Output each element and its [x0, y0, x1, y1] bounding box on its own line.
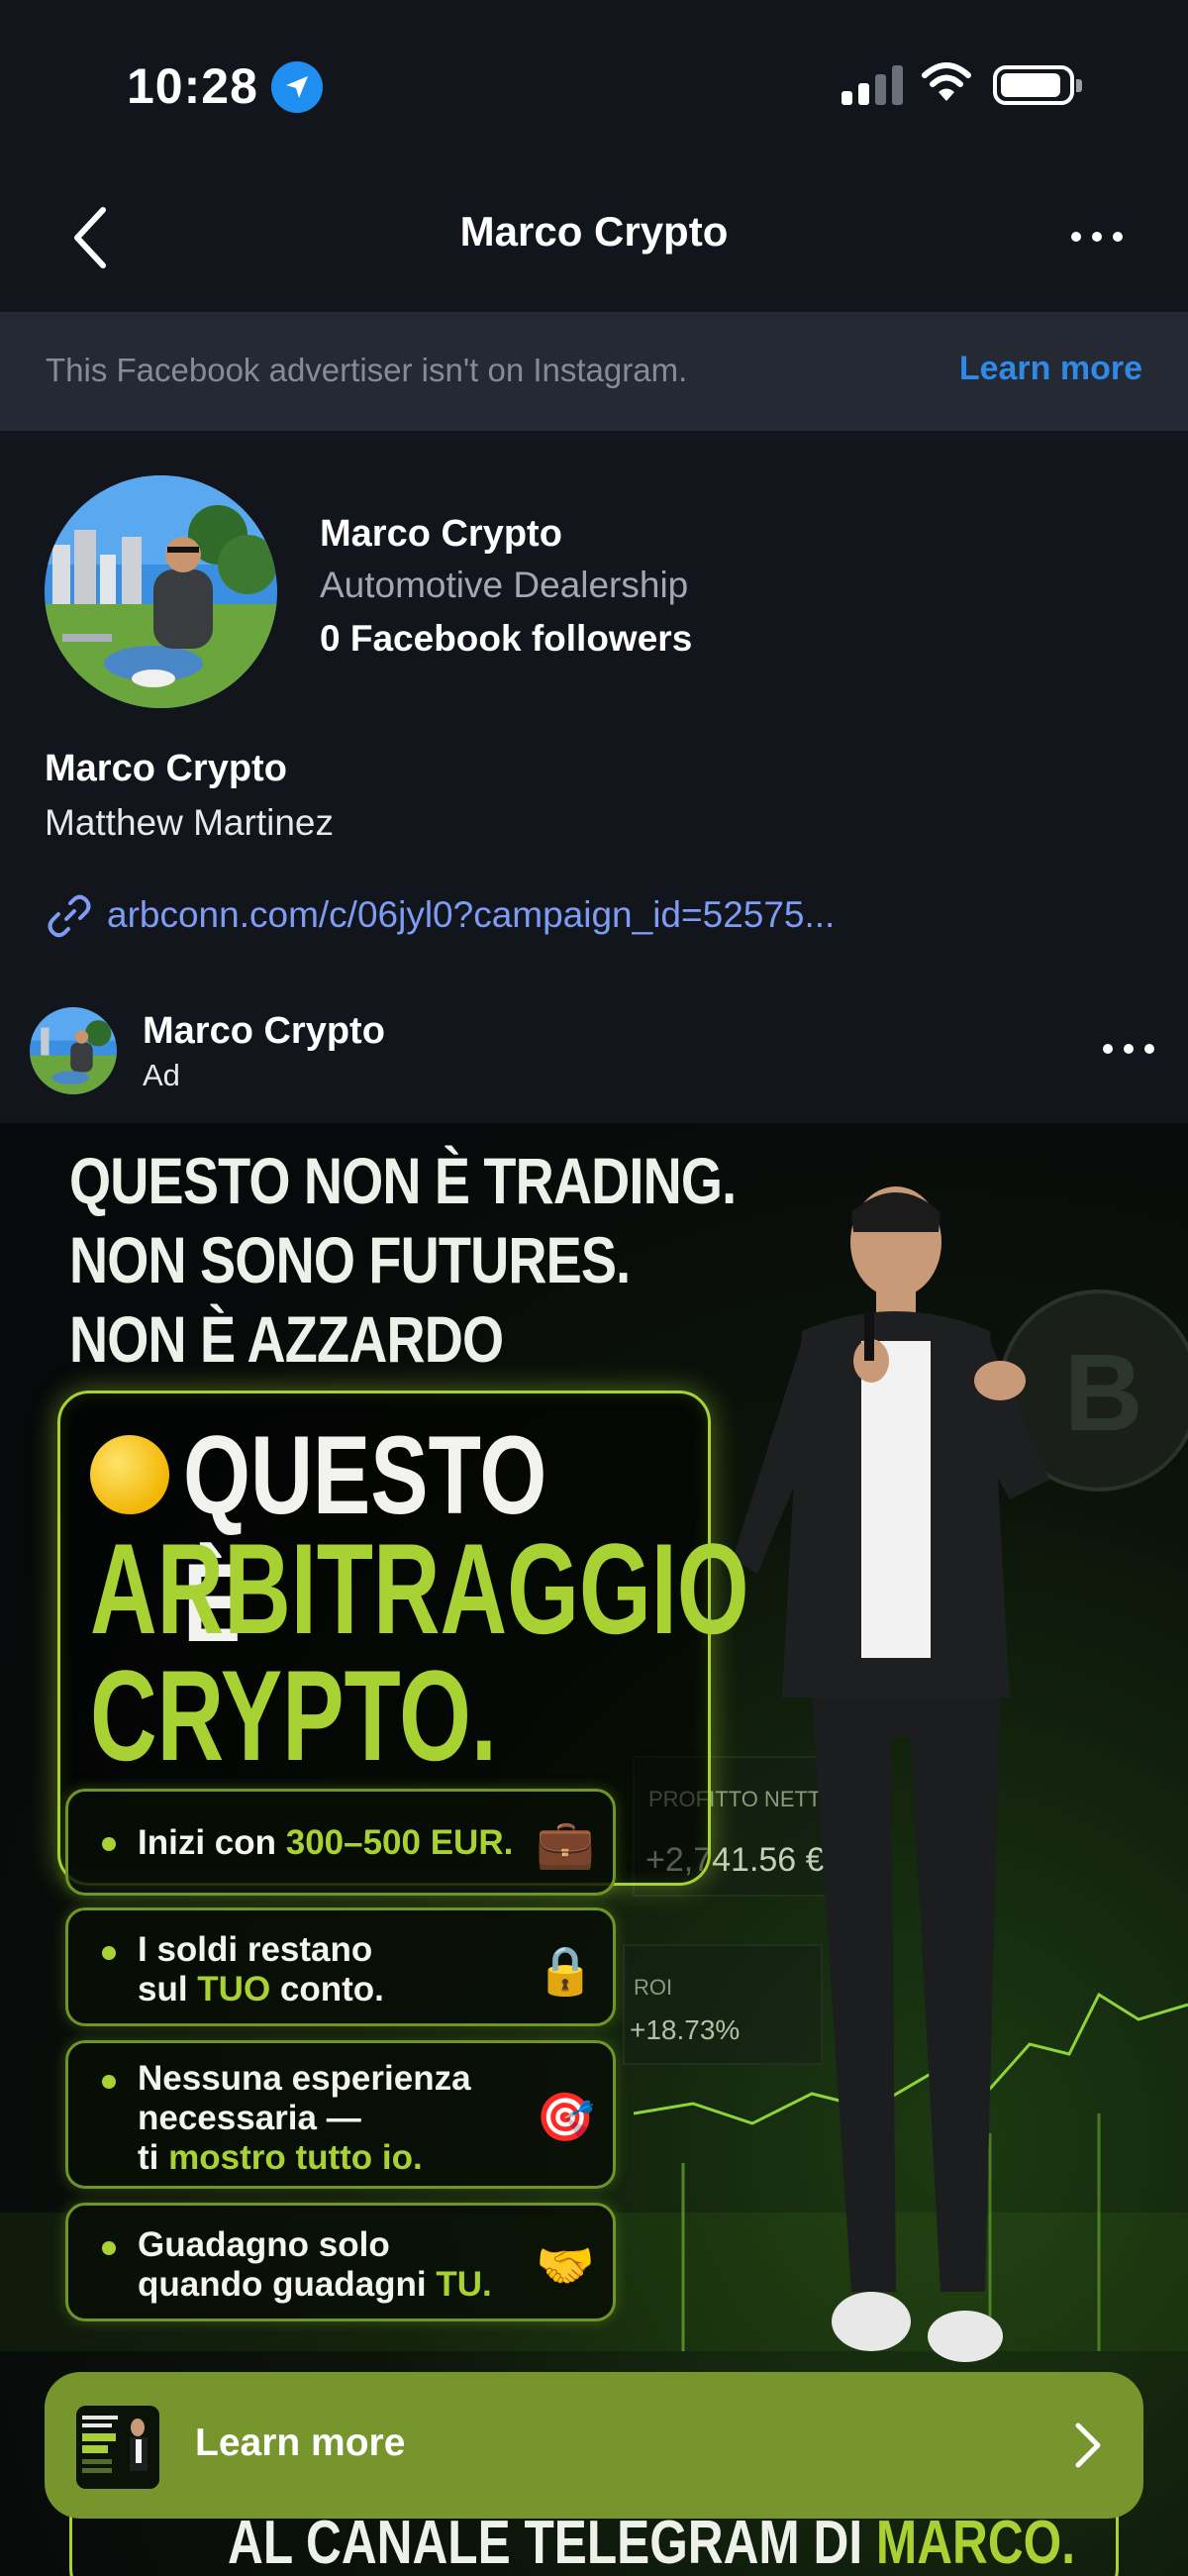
ad-advertiser-name[interactable]: Marco Crypto	[143, 1010, 385, 1053]
callout-line-green-2: CRYPTO.	[90, 1643, 497, 1788]
website-link[interactable]: arbconn.com/c/06jyl0?campaign_id=52575..…	[107, 894, 835, 936]
page-title: Marco Crypto	[459, 208, 729, 255]
chevron-right-icon	[1068, 2416, 1108, 2480]
profile-avatar[interactable]	[45, 475, 277, 708]
profile-category: Automotive Dealership	[320, 565, 689, 605]
notice-text: This Facebook advertiser isn't on Instag…	[46, 352, 688, 388]
briefcase-icon: 💼	[536, 1818, 595, 1871]
ad-avatar[interactable]	[30, 1007, 117, 1094]
status-time: 10:28	[127, 58, 258, 114]
headline-line-2: NON SONO FUTURES.	[69, 1223, 631, 1296]
learn-more-cta-button[interactable]: Learn more	[45, 2372, 1143, 2519]
cellular-signal-icon	[842, 63, 903, 105]
learn-more-link[interactable]: Learn more	[959, 350, 1142, 388]
bullet-box-2: I soldi restano sul TUO conto. 🔒	[65, 1907, 616, 2026]
profile-followers: 0 Facebook followers	[320, 618, 693, 659]
ad-creative-image[interactable]: B PROFITTO NETTO +2,741.56 € ROI +18.73%…	[0, 1123, 1188, 2576]
ad-ellipsis-icon[interactable]	[1099, 1030, 1158, 1070]
bullet-box-1: Inizi con 300–500 EUR. 💼	[65, 1789, 616, 1896]
target-icon: 🎯	[536, 2092, 595, 2144]
bullet-box-4: Guadagno solo quando guadagni TU. 🤝	[65, 2203, 616, 2321]
headline-line-1: QUESTO NON È TRADING.	[69, 1144, 737, 1217]
roi-label: ROI	[634, 1975, 673, 2000]
coin-dot-icon	[90, 1435, 169, 1514]
cta-label: Learn more	[195, 2421, 406, 2464]
page-owner: Matthew Martinez	[45, 802, 334, 843]
speaker-figure	[733, 1186, 1049, 2362]
ad-label: Ad	[143, 1058, 180, 1092]
location-arrow-icon	[271, 61, 323, 113]
status-bar: 10:28	[0, 0, 1188, 168]
battery-icon	[993, 65, 1082, 105]
nav-bar: Marco Crypto	[0, 168, 1188, 312]
profile-name: Marco Crypto	[320, 513, 562, 555]
handshake-icon: 🤝	[536, 2240, 595, 2293]
cta-thumbnail	[76, 2406, 159, 2489]
headline-line-3: NON È AZZARDO	[69, 1302, 504, 1376]
wifi-icon	[921, 61, 972, 110]
page-name: Marco Crypto	[45, 748, 287, 789]
ellipsis-icon[interactable]	[1069, 218, 1125, 258]
instagram-notice-banner: This Facebook advertiser isn't on Instag…	[0, 312, 1188, 431]
lock-icon: 🔒	[536, 1945, 595, 1998]
bullet-box-3: Nessuna esperienza necessaria — ti mostr…	[65, 2040, 616, 2189]
link-icon	[45, 891, 94, 946]
